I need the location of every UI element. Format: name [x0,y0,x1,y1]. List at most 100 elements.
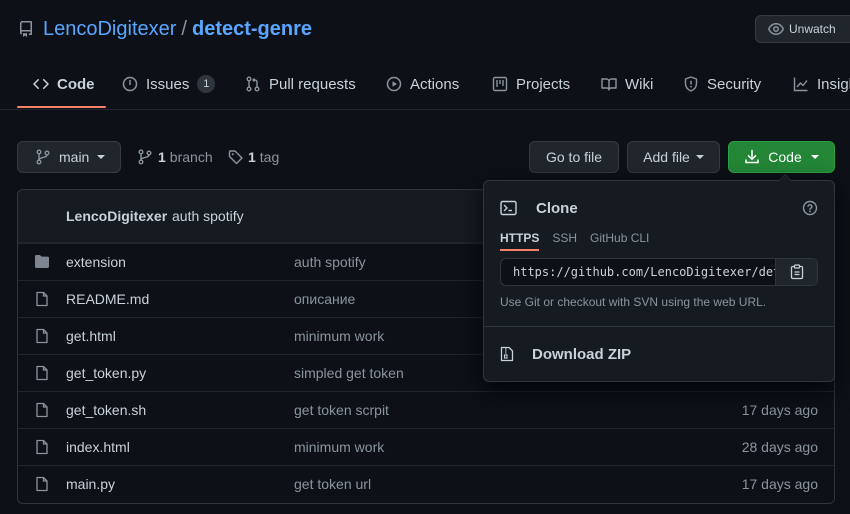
repo-title: LencoDigitexer / detect-genre [18,17,312,41]
clone-protocol-tabs: HTTPS SSH GitHub CLI [500,231,662,251]
file-row: get_token.sh get token scrpit 17 days ag… [18,391,834,428]
file-icon [34,328,50,344]
tab-wiki[interactable]: Wiki [601,66,653,102]
commit-author[interactable]: LencoDigitexer [66,208,167,224]
tab-issues[interactable]: Issues 1 [122,66,216,102]
project-icon [492,76,516,92]
file-name-link[interactable]: get.html [66,328,116,344]
branch-count-label: branch [169,149,213,165]
chevron-down-icon [810,155,819,159]
file-commit-message[interactable]: minimum work [294,328,384,344]
tag-icon [228,149,244,165]
code-download-button[interactable]: Code [728,141,835,173]
tab-issues-label: Issues [146,75,190,93]
file-icon [34,476,50,492]
file-age: 28 days ago [741,439,818,455]
clone-hint: Use Git or checkout with SVN using the w… [500,295,767,309]
clone-title: Clone [536,200,578,217]
issue-icon [122,76,146,92]
file-commit-message[interactable]: описание [294,291,355,307]
add-file-label: Add file [643,149,690,165]
tab-github-cli[interactable]: GitHub CLI [590,231,649,251]
file-age: 17 days ago [741,476,818,492]
copy-url-button[interactable] [775,259,817,285]
clipboard-icon [790,264,804,280]
repo-owner-link[interactable]: LencoDigitexer [43,18,176,41]
tag-count-label: tag [259,149,280,165]
unwatch-button[interactable]: Unwatch [755,15,850,43]
chevron-down-icon [97,155,106,159]
eye-icon [768,21,789,37]
file-name-link[interactable]: index.html [66,439,130,455]
pull-request-icon [245,76,269,92]
tab-pull-requests[interactable]: Pull requests [245,66,356,102]
tab-projects-label: Projects [516,75,571,93]
file-commit-message[interactable]: get token scrpit [294,402,389,418]
repo-icon [18,21,34,37]
file-icon [34,291,50,307]
chevron-down-icon [695,155,704,159]
branch-icon [137,149,153,165]
file-commit-message[interactable]: get token url [294,476,371,492]
clone-url-input[interactable] [501,259,777,285]
tab-insights-label: Insights [817,75,850,93]
play-icon [386,76,410,92]
download-zip-item[interactable]: Download ZIP [484,327,834,381]
tab-code-label: Code [57,75,95,93]
tab-code[interactable]: Code [33,66,95,102]
tab-pull-requests-label: Pull requests [269,75,356,93]
issues-counter: 1 [197,75,216,93]
file-age: 17 days ago [741,402,818,418]
file-commit-message[interactable]: minimum work [294,439,384,455]
tab-wiki-label: Wiki [625,75,654,93]
download-icon [744,149,760,165]
file-icon [34,365,50,381]
download-zip-label: Download ZIP [532,346,632,363]
file-commit-message[interactable]: auth spotify [294,254,366,270]
file-row: index.html minimum work 28 days ago [18,428,834,465]
tab-projects[interactable]: Projects [492,66,570,102]
book-icon [601,76,625,92]
file-name-link[interactable]: get_token.py [66,365,146,381]
unwatch-label: Unwatch [789,22,836,36]
code-button-label: Code [768,149,802,165]
zip-icon [500,346,514,362]
file-row: main.py get token url 17 days ago [18,465,834,502]
repo-separator: / [181,17,187,40]
dropdown-caret-inner [779,175,791,181]
tag-count: 1 [248,149,256,165]
file-name-link[interactable]: get_token.sh [66,402,146,418]
branch-select-button[interactable]: main [17,141,121,173]
repo-name-link[interactable]: detect-genre [192,18,312,41]
terminal-icon [500,200,517,216]
clone-url-field [500,258,818,286]
code-icon [33,76,57,92]
file-name-link[interactable]: README.md [66,291,149,307]
tab-actions-label: Actions [410,75,460,93]
go-to-file-button[interactable]: Go to file [529,141,619,173]
tab-insights[interactable]: Insights [793,66,850,102]
tab-ssh[interactable]: SSH [552,231,577,251]
graph-icon [793,76,817,92]
file-icon [34,439,50,455]
branch-count: 1 [158,149,166,165]
file-name-link[interactable]: extension [66,254,126,270]
add-file-button[interactable]: Add file [627,141,720,173]
tab-actions[interactable]: Actions [386,66,459,102]
file-commit-message[interactable]: simpled get token [294,365,404,381]
branch-icon [35,149,51,165]
branches-link[interactable]: 1 branch [137,141,213,173]
file-name-link[interactable]: main.py [66,476,115,492]
tab-https[interactable]: HTTPS [500,231,540,251]
tab-security[interactable]: Security [683,66,761,102]
shield-icon [683,76,707,92]
branch-name: main [59,149,90,165]
clone-dropdown: Clone HTTPS SSH GitHub CLI Use Git or ch… [483,175,835,382]
file-icon [34,402,50,418]
question-icon[interactable] [802,200,818,216]
tab-security-label: Security [707,75,762,93]
commit-message[interactable]: auth spotify [172,208,244,224]
folder-icon [34,254,50,270]
repo-nav-tabs: Code Issues 1 Pull requests Actions Proj… [0,66,850,110]
tags-link[interactable]: 1 tag [228,141,279,173]
